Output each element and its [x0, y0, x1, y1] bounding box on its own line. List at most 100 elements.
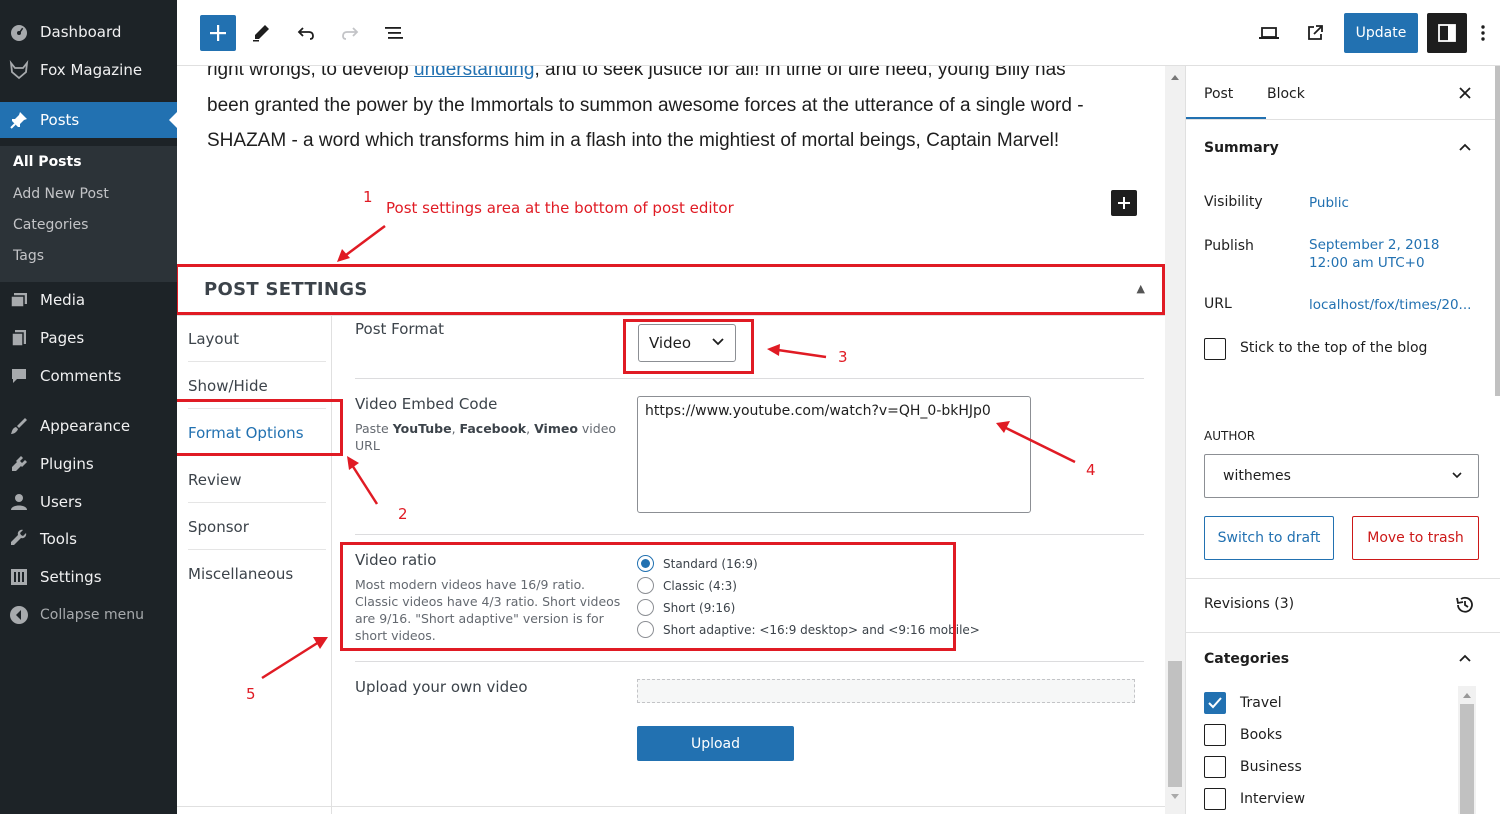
menu-settings-label: Settings	[40, 568, 102, 586]
menu-comments[interactable]: Comments	[0, 358, 177, 394]
understanding-link[interactable]: understanding	[414, 66, 534, 80]
author-heading: AUTHOR	[1204, 429, 1256, 443]
preview-button[interactable]	[1251, 15, 1287, 51]
collapse-arrow-icon	[9, 605, 29, 625]
pin-icon	[9, 110, 29, 130]
update-button[interactable]: Update	[1344, 13, 1418, 53]
tab-post[interactable]: Post	[1186, 86, 1267, 120]
annotation-number-5: 5	[246, 685, 256, 703]
close-icon[interactable]	[1458, 86, 1472, 100]
categories-scrollbar[interactable]	[1458, 686, 1476, 814]
menu-users[interactable]: Users	[0, 484, 177, 520]
embed-code-textarea[interactable]: https://www.youtube.com/watch?v=QH_0-bkH…	[637, 396, 1031, 513]
add-block-button[interactable]	[200, 15, 236, 51]
document-overview-button[interactable]	[376, 15, 412, 51]
revisions-link[interactable]: Revisions (3)	[1204, 596, 1294, 612]
menu-collapse-label: Collapse menu	[40, 607, 144, 623]
view-post-button[interactable]	[1297, 15, 1333, 51]
tab-miscellaneous[interactable]: Miscellaneous	[188, 551, 326, 597]
plus-icon	[1118, 197, 1130, 209]
tab-sponsor[interactable]: Sponsor	[188, 504, 326, 550]
submenu-categories[interactable]: Categories	[13, 217, 88, 233]
scroll-down-icon[interactable]	[1170, 793, 1180, 801]
upload-video-field[interactable]	[637, 679, 1135, 703]
submenu-add-new-post[interactable]: Add New Post	[13, 186, 109, 202]
media-icon	[9, 290, 29, 310]
visibility-value[interactable]: Public	[1309, 194, 1349, 212]
categories-scrollbar-thumb[interactable]	[1460, 704, 1474, 814]
tab-layout[interactable]: Layout	[188, 316, 326, 362]
menu-media[interactable]: Media	[0, 282, 177, 318]
settings-toggle-button[interactable]	[1427, 13, 1467, 53]
admin-menu: Dashboard Fox Magazine Posts All Posts A…	[0, 0, 177, 814]
editor-scrollbar-thumb[interactable]	[1168, 661, 1182, 787]
tools-button[interactable]	[243, 15, 279, 51]
move-to-trash-button[interactable]: Move to trash	[1352, 516, 1479, 560]
checkmark-icon	[1208, 697, 1222, 709]
settings-sliders-icon	[9, 567, 29, 587]
post-settings-tabs: Layout Show/Hide Format Options Review S…	[177, 316, 332, 814]
menu-plugins[interactable]: Plugins	[0, 446, 177, 482]
author-select[interactable]: withemes	[1204, 454, 1479, 498]
dashboard-icon	[9, 22, 29, 42]
content-bottom-border	[177, 806, 1165, 814]
paragraph-line-1[interactable]: right wrongs, to develop understanding, …	[207, 66, 1066, 81]
editor-scrollbar[interactable]	[1165, 66, 1185, 814]
scroll-up-icon[interactable]	[1170, 73, 1180, 81]
menu-tools[interactable]: Tools	[0, 521, 177, 557]
editor-canvas: right wrongs, to develop understanding, …	[177, 66, 1165, 814]
menu-settings[interactable]: Settings	[0, 559, 177, 595]
options-button[interactable]	[1471, 15, 1495, 51]
annotation-box-video-ratio	[340, 542, 956, 651]
add-block-inline-button[interactable]	[1111, 190, 1137, 216]
sidebar-divider	[1186, 578, 1500, 579]
submenu-all-posts[interactable]: All Posts	[13, 154, 82, 170]
category-checkbox-books[interactable]	[1204, 724, 1226, 746]
url-value[interactable]: localhost/fox/times/20...	[1309, 296, 1471, 314]
annotation-arrow-4	[996, 421, 1076, 464]
menu-collapse[interactable]: Collapse menu	[0, 597, 177, 633]
menu-media-label: Media	[40, 291, 86, 309]
undo-button[interactable]	[288, 15, 324, 51]
category-checkbox-business[interactable]	[1204, 756, 1226, 778]
menu-dashboard[interactable]: Dashboard	[0, 14, 177, 50]
summary-heading[interactable]: Summary	[1204, 140, 1279, 156]
switch-to-draft-button[interactable]: Switch to draft	[1204, 516, 1334, 560]
posts-submenu: All Posts Add New Post Categories Tags	[0, 146, 177, 282]
sidebar-scrollbar-thumb[interactable]	[1495, 66, 1500, 396]
menu-site[interactable]: Fox Magazine	[0, 52, 177, 88]
category-checkbox-interview[interactable]	[1204, 788, 1226, 810]
url-label: URL	[1204, 296, 1232, 312]
redo-icon	[342, 27, 359, 40]
categories-heading[interactable]: Categories	[1204, 651, 1289, 667]
paragraph-text: right wrongs, to develop	[207, 66, 415, 80]
category-label: Travel	[1240, 695, 1282, 711]
paragraph-line-3[interactable]: SHAZAM - a word which transforms him in …	[207, 130, 1059, 152]
embed-code-label: Video Embed Code	[355, 395, 498, 413]
upload-button[interactable]: Upload	[637, 726, 794, 761]
publish-date-link[interactable]: September 2, 2018 12:00 am UTC+0	[1309, 236, 1439, 272]
annotation-arrow-3	[767, 344, 827, 359]
tab-review[interactable]: Review	[188, 457, 326, 503]
external-link-icon	[1308, 25, 1323, 40]
history-icon[interactable]	[1454, 594, 1476, 616]
visibility-label: Visibility	[1204, 194, 1263, 210]
paragraph-line-2[interactable]: been granted the power by the Immortals …	[207, 95, 1084, 117]
menu-posts[interactable]: Posts	[0, 102, 177, 138]
scroll-up-icon[interactable]	[1462, 691, 1472, 699]
category-label: Interview	[1240, 791, 1306, 807]
editor-toolbar: Update	[177, 0, 1500, 66]
paintbrush-icon	[9, 416, 29, 436]
sidebar-panel-icon	[1438, 24, 1456, 42]
redo-button[interactable]	[332, 15, 368, 51]
list-view-icon	[385, 27, 403, 39]
submenu-tags[interactable]: Tags	[13, 248, 44, 264]
menu-pages[interactable]: Pages	[0, 320, 177, 356]
chevron-up-icon[interactable]	[1458, 141, 1472, 153]
menu-appearance[interactable]: Appearance	[0, 408, 177, 444]
tab-block[interactable]: Block	[1267, 86, 1305, 102]
chevron-up-icon[interactable]	[1458, 652, 1472, 664]
category-checkbox-travel[interactable]	[1204, 692, 1226, 714]
paragraph-text: , and to seek justice for all! In time o…	[534, 66, 1066, 80]
sticky-checkbox[interactable]	[1204, 338, 1226, 360]
